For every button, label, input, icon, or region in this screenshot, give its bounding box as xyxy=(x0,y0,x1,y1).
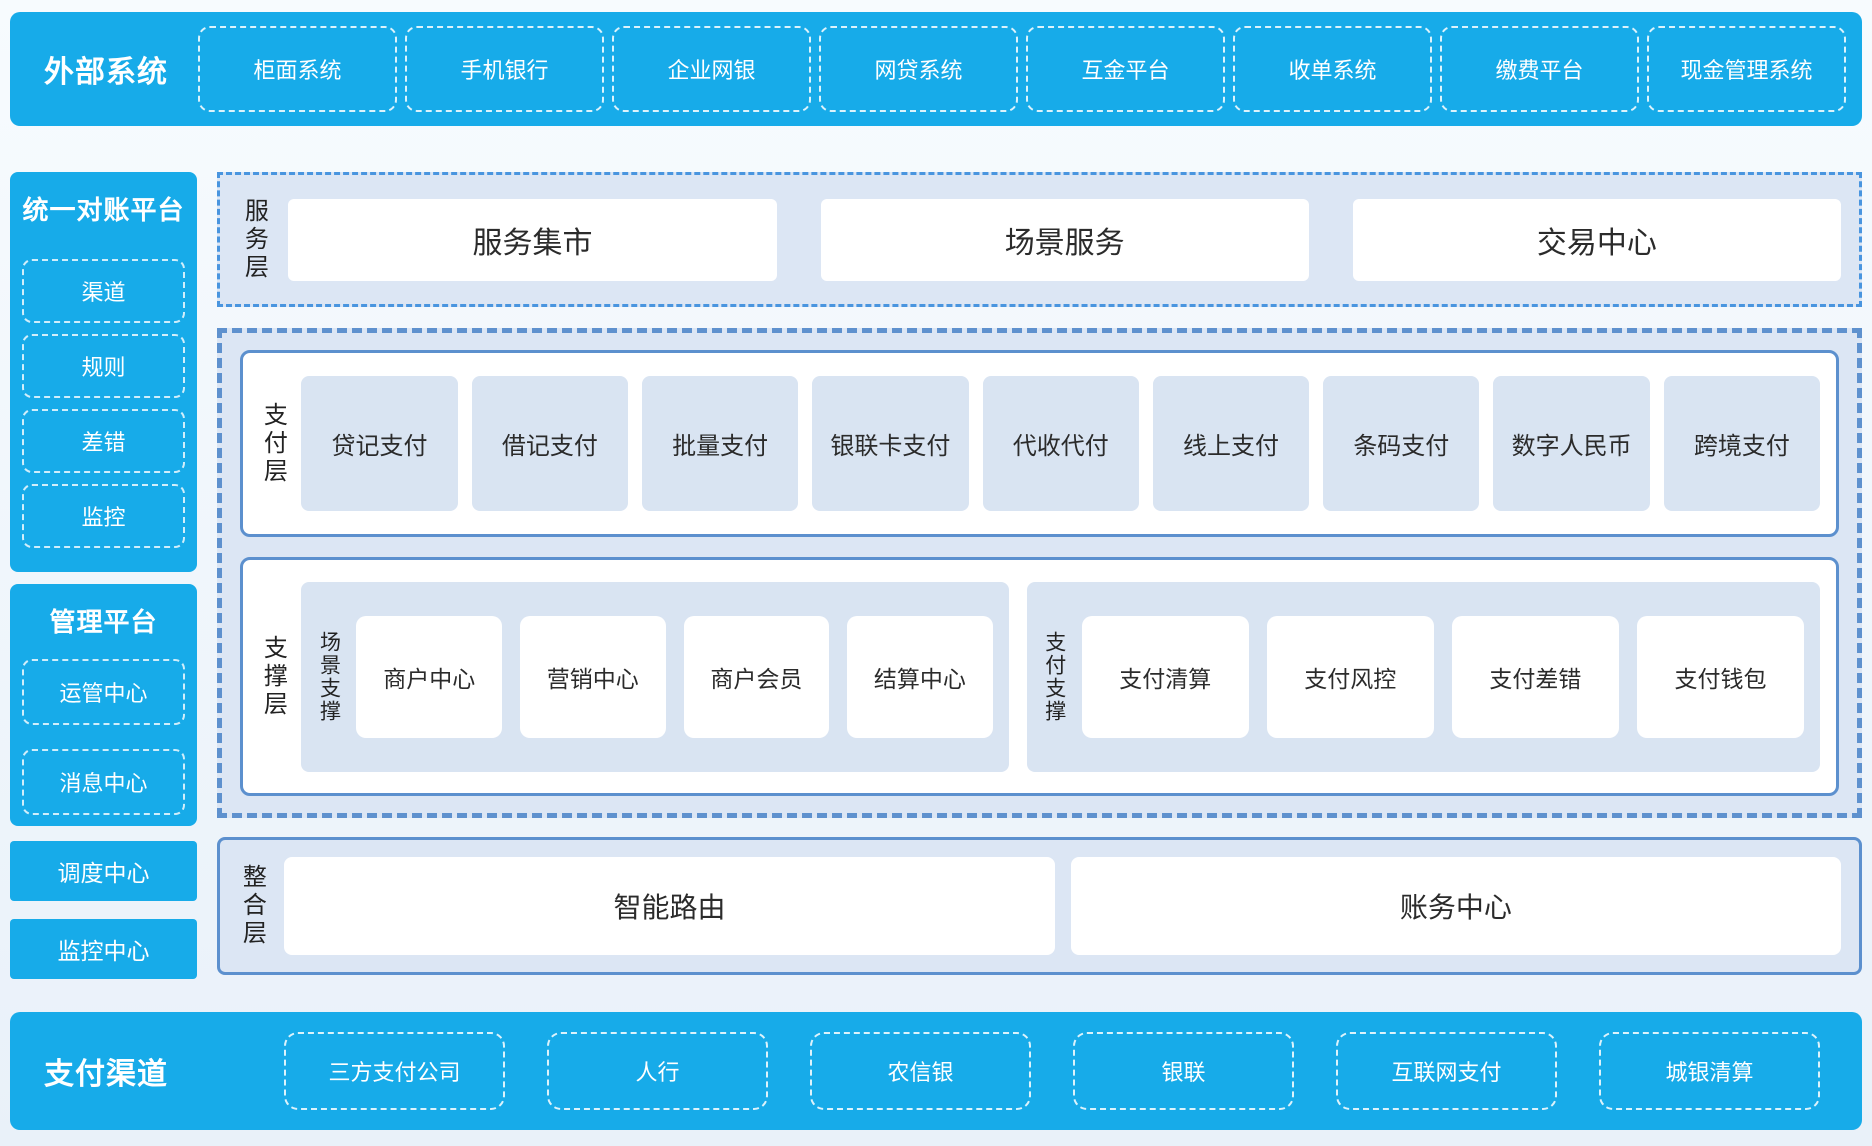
payment-box: 代收代付 xyxy=(983,376,1139,511)
reconciliation-item: 渠道 xyxy=(22,259,185,323)
payment-layer-items: 贷记支付 借记支付 批量支付 银联卡支付 代收代付 线上支付 条码支付 数字人民… xyxy=(301,376,1820,511)
payment-channel-box: 银联 xyxy=(1073,1032,1294,1110)
payment-support-box: 支付风控 xyxy=(1267,616,1434,738)
core-layers-wrapper: 支付层 贷记支付 借记支付 批量支付 银联卡支付 代收代付 线上支付 条码支付 … xyxy=(217,328,1862,818)
reconciliation-platform-title: 统一对账平台 xyxy=(22,190,185,227)
integration-layer-items: 智能路由 账务中心 xyxy=(284,857,1841,955)
payment-support-box: 支付清算 xyxy=(1082,616,1249,738)
payment-support-items: 支付清算 支付风控 支付差错 支付钱包 xyxy=(1082,616,1804,738)
payment-support-box: 支付差错 xyxy=(1452,616,1619,738)
external-system-box: 网贷系统 xyxy=(819,26,1018,112)
external-system-box: 缴费平台 xyxy=(1440,26,1639,112)
payment-layer-label: 支付层 xyxy=(259,402,285,486)
service-box: 场景服务 xyxy=(821,199,1309,281)
scene-support-group: 场景支撑 商户中心 营销中心 商户会员 结算中心 xyxy=(301,582,1008,772)
monitor-center-box: 监控中心 xyxy=(10,919,197,979)
service-layer-items: 服务集市 场景服务 交易中心 xyxy=(288,199,1841,281)
service-box: 交易中心 xyxy=(1353,199,1841,281)
payment-box: 银联卡支付 xyxy=(812,376,968,511)
middle-region: 统一对账平台 渠道 规则 差错 监控 管理平台 运管中心 消息中心 调度中心 监… xyxy=(10,172,1862,985)
support-layer-label: 支撑层 xyxy=(259,635,285,719)
payment-box: 贷记支付 xyxy=(301,376,457,511)
reconciliation-platform-items: 渠道 规则 差错 监控 xyxy=(22,259,185,548)
payment-support-box: 支付钱包 xyxy=(1637,616,1804,738)
external-systems-title: 外部系统 xyxy=(44,47,194,91)
scene-support-box: 结算中心 xyxy=(847,616,993,738)
reconciliation-item: 差错 xyxy=(22,409,185,473)
payment-box: 线上支付 xyxy=(1153,376,1309,511)
external-system-box: 收单系统 xyxy=(1233,26,1432,112)
payment-channels-banner: 支付渠道 三方支付公司 人行 农信银 银联 互联网支付 城银清算 xyxy=(10,1012,1862,1130)
dispatch-center-box: 调度中心 xyxy=(10,841,197,901)
external-systems-banner: 外部系统 柜面系统 手机银行 企业网银 网贷系统 互金平台 收单系统 缴费平台 … xyxy=(10,12,1862,126)
payment-box: 数字人民币 xyxy=(1493,376,1649,511)
reconciliation-platform-panel: 统一对账平台 渠道 规则 差错 监控 xyxy=(10,172,197,572)
integration-box: 账务中心 xyxy=(1071,857,1841,955)
payment-support-group: 支付支撑 支付清算 支付风控 支付差错 支付钱包 xyxy=(1027,582,1820,772)
external-systems-items: 柜面系统 手机银行 企业网银 网贷系统 互金平台 收单系统 缴费平台 现金管理系… xyxy=(194,12,1850,126)
scene-support-label: 场景支撑 xyxy=(317,631,340,723)
payment-channel-box: 三方支付公司 xyxy=(284,1032,505,1110)
payment-channels-items: 三方支付公司 人行 农信银 银联 互联网支付 城银清算 xyxy=(194,1012,1844,1130)
payment-channel-box: 人行 xyxy=(547,1032,768,1110)
payment-support-label: 支付支撑 xyxy=(1043,631,1066,723)
scene-support-box: 商户中心 xyxy=(356,616,502,738)
external-system-box: 手机银行 xyxy=(405,26,604,112)
integration-layer: 整合层 智能路由 账务中心 xyxy=(217,837,1862,975)
reconciliation-item: 规则 xyxy=(22,334,185,398)
support-layer-groups: 场景支撑 商户中心 营销中心 商户会员 结算中心 支付支撑 支付清算 xyxy=(301,582,1820,772)
management-platform-title: 管理平台 xyxy=(22,602,185,639)
service-box: 服务集市 xyxy=(288,199,776,281)
management-platform-panel: 管理平台 运管中心 消息中心 xyxy=(10,584,197,826)
integration-layer-label: 整合层 xyxy=(238,864,264,948)
reconciliation-item: 监控 xyxy=(22,484,185,548)
payment-channels-title: 支付渠道 xyxy=(44,1049,194,1093)
integration-box: 智能路由 xyxy=(284,857,1054,955)
management-platform-items: 运管中心 消息中心 xyxy=(22,659,185,815)
payment-channel-box: 互联网支付 xyxy=(1336,1032,1557,1110)
external-system-box: 现金管理系统 xyxy=(1647,26,1846,112)
external-system-box: 互金平台 xyxy=(1026,26,1225,112)
payment-channel-box: 农信银 xyxy=(810,1032,1031,1110)
payment-box: 条码支付 xyxy=(1323,376,1479,511)
payment-box: 借记支付 xyxy=(472,376,628,511)
payment-box: 批量支付 xyxy=(642,376,798,511)
payment-channel-box: 城银清算 xyxy=(1599,1032,1820,1110)
support-layer: 支撑层 场景支撑 商户中心 营销中心 商户会员 结算中心 xyxy=(240,557,1839,796)
main-column: 服务层 服务集市 场景服务 交易中心 支付层 贷记支付 借记支付 批量支付 银联… xyxy=(217,172,1862,985)
service-layer-label: 服务层 xyxy=(240,198,266,282)
external-system-box: 企业网银 xyxy=(612,26,811,112)
payment-box: 跨境支付 xyxy=(1664,376,1820,511)
scene-support-items: 商户中心 营销中心 商户会员 结算中心 xyxy=(356,616,992,738)
scene-support-box: 营销中心 xyxy=(520,616,666,738)
architecture-diagram: 外部系统 柜面系统 手机银行 企业网银 网贷系统 互金平台 收单系统 缴费平台 … xyxy=(0,0,1872,1146)
left-sidebar: 统一对账平台 渠道 规则 差错 监控 管理平台 运管中心 消息中心 调度中心 监… xyxy=(10,172,197,985)
payment-layer: 支付层 贷记支付 借记支付 批量支付 银联卡支付 代收代付 线上支付 条码支付 … xyxy=(240,350,1839,537)
external-system-box: 柜面系统 xyxy=(198,26,397,112)
service-layer: 服务层 服务集市 场景服务 交易中心 xyxy=(217,172,1862,307)
scene-support-box: 商户会员 xyxy=(684,616,830,738)
management-item: 消息中心 xyxy=(22,749,185,815)
management-item: 运管中心 xyxy=(22,659,185,725)
